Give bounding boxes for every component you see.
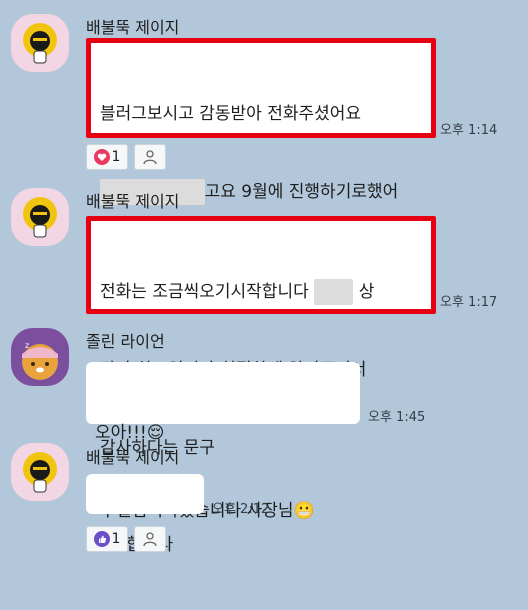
- message-line: 오아!!!😌: [95, 423, 165, 443]
- reaction-button[interactable]: 1: [86, 526, 128, 552]
- message-bubble[interactable]: 오아!!!😌 더 열심히하겠습니다 사장님😬: [86, 362, 360, 521]
- timestamp: 오후 2:12: [212, 502, 270, 517]
- yellow-lion-avatar-icon: [11, 14, 69, 72]
- message-line: 전화는 조금씩오기시작합니다 ▒▒▒ 상: [100, 279, 422, 305]
- sender-name: 배불뚝 제이지: [86, 448, 180, 467]
- timestamp: 오후 1:45: [368, 410, 426, 425]
- heart-icon: [93, 149, 110, 165]
- avatar[interactable]: z: [11, 328, 69, 386]
- reaction-user-button[interactable]: [134, 144, 166, 170]
- message-line: 블러그보시고 감동받아 전화주셨어요: [100, 104, 362, 124]
- sleepy-ryan-avatar-icon: z: [11, 328, 69, 386]
- reaction-button[interactable]: 1: [86, 144, 128, 170]
- timestamp: 오후 1:14: [440, 123, 498, 138]
- yellow-lion-avatar-icon: [11, 188, 69, 246]
- blurred-text: ▒▒▒: [314, 279, 354, 305]
- message-bubble[interactable]: 감사합니다: [86, 474, 204, 555]
- message-bubble[interactable]: 블러그보시고 감동받아 전화주셨어요 ▒▒▒▒▒▒▒▒고요 9월에 진행하기로했…: [86, 38, 436, 280]
- reaction-count: 1: [111, 149, 121, 165]
- sender-name: 졸린 라이언: [86, 332, 165, 351]
- sender-name: 배불뚝 제이지: [86, 192, 180, 211]
- person-icon: [143, 150, 157, 165]
- avatar[interactable]: [11, 188, 69, 246]
- timestamp: 오후 1:17: [440, 295, 498, 310]
- svg-text:z: z: [25, 341, 29, 350]
- avatar[interactable]: [11, 443, 69, 501]
- sender-name: 배불뚝 제이지: [86, 18, 180, 37]
- avatar[interactable]: [11, 14, 69, 72]
- yellow-lion-avatar-icon: [11, 443, 69, 501]
- person-icon: [143, 532, 157, 547]
- reaction-user-button[interactable]: [134, 526, 166, 552]
- thumbs-up-icon: [93, 531, 110, 547]
- message-bubble[interactable]: 전화는 조금씩오기시작합니다 ▒▒▒ 상 담만 하고있지만 친절하게 알려주셔서…: [86, 216, 436, 458]
- reaction-count: 1: [111, 531, 121, 547]
